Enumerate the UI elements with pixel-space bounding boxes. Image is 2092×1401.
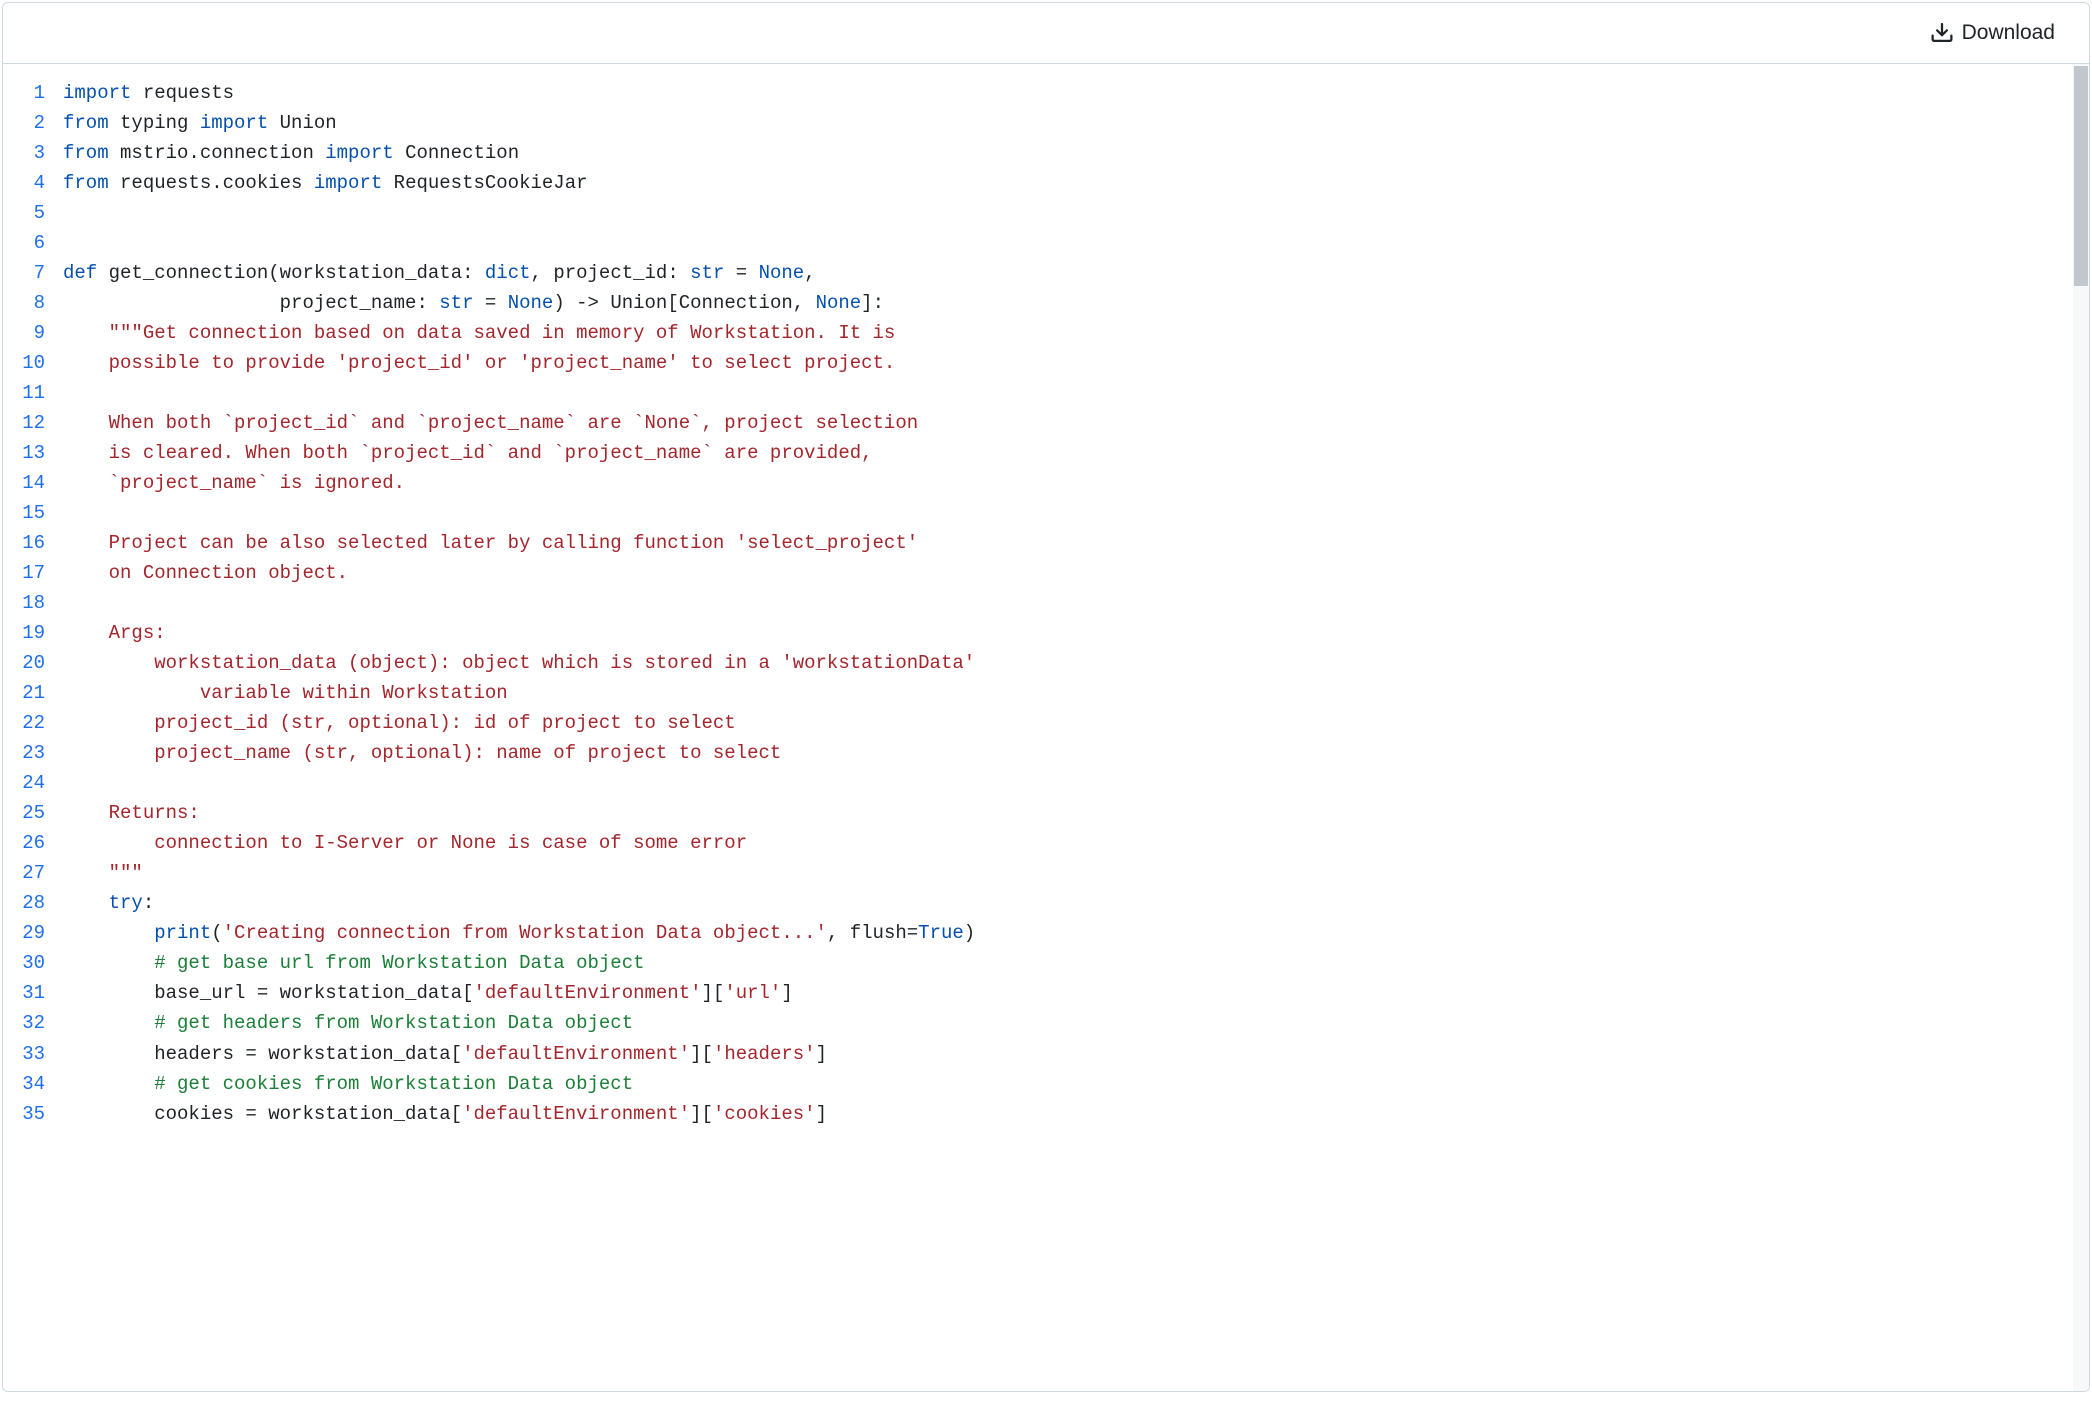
line-number[interactable]: 14 xyxy=(17,468,45,498)
line-number[interactable]: 1 xyxy=(17,78,45,108)
line-number[interactable]: 13 xyxy=(17,438,45,468)
line-number[interactable]: 4 xyxy=(17,168,45,198)
line-number[interactable]: 24 xyxy=(17,768,45,798)
code-line[interactable]: is cleared. When both `project_id` and `… xyxy=(63,438,2089,468)
code-line[interactable]: headers = workstation_data['defaultEnvir… xyxy=(63,1039,2089,1069)
code-line[interactable]: project_name: str = None) -> Union[Conne… xyxy=(63,288,2089,318)
code-line[interactable]: When both `project_id` and `project_name… xyxy=(63,408,2089,438)
code-line[interactable] xyxy=(63,228,2089,258)
line-number[interactable]: 33 xyxy=(17,1039,45,1069)
code-line[interactable]: from typing import Union xyxy=(63,108,2089,138)
code-line[interactable]: workstation_data (object): object which … xyxy=(63,648,2089,678)
download-icon xyxy=(1930,21,1954,45)
line-number[interactable]: 22 xyxy=(17,708,45,738)
code-area[interactable]: 1234567891011121314151617181920212223242… xyxy=(3,64,2089,1391)
line-number[interactable]: 34 xyxy=(17,1069,45,1099)
code-line[interactable]: on Connection object. xyxy=(63,558,2089,588)
file-viewer: Download 1234567891011121314151617181920… xyxy=(2,2,2090,1392)
line-number[interactable]: 27 xyxy=(17,858,45,888)
code-line[interactable]: Returns: xyxy=(63,798,2089,828)
line-number[interactable]: 10 xyxy=(17,348,45,378)
code-line[interactable] xyxy=(63,498,2089,528)
code-line[interactable]: from mstrio.connection import Connection xyxy=(63,138,2089,168)
line-number[interactable]: 3 xyxy=(17,138,45,168)
code-line[interactable] xyxy=(63,198,2089,228)
line-number[interactable]: 32 xyxy=(17,1008,45,1038)
code-line[interactable]: """ xyxy=(63,858,2089,888)
line-number[interactable]: 15 xyxy=(17,498,45,528)
line-number[interactable]: 16 xyxy=(17,528,45,558)
code-line[interactable] xyxy=(63,378,2089,408)
line-number[interactable]: 26 xyxy=(17,828,45,858)
code-line[interactable]: Project can be also selected later by ca… xyxy=(63,528,2089,558)
line-number[interactable]: 29 xyxy=(17,918,45,948)
code-content[interactable]: import requestsfrom typing import Unionf… xyxy=(63,64,2089,1391)
line-number[interactable]: 2 xyxy=(17,108,45,138)
line-number[interactable]: 35 xyxy=(17,1099,45,1129)
line-number[interactable]: 12 xyxy=(17,408,45,438)
code-line[interactable]: variable within Workstation xyxy=(63,678,2089,708)
code-line[interactable]: base_url = workstation_data['defaultEnvi… xyxy=(63,978,2089,1008)
code-line[interactable]: connection to I-Server or None is case o… xyxy=(63,828,2089,858)
line-number[interactable]: 7 xyxy=(17,258,45,288)
line-number[interactable]: 23 xyxy=(17,738,45,768)
code-line[interactable]: `project_name` is ignored. xyxy=(63,468,2089,498)
code-line[interactable]: """Get connection based on data saved in… xyxy=(63,318,2089,348)
code-line[interactable]: def get_connection(workstation_data: dic… xyxy=(63,258,2089,288)
scrollbar-track[interactable] xyxy=(2073,64,2089,1391)
code-line[interactable]: print('Creating connection from Workstat… xyxy=(63,918,2089,948)
scrollbar-thumb[interactable] xyxy=(2074,66,2088,286)
line-number[interactable]: 5 xyxy=(17,198,45,228)
code-line[interactable]: cookies = workstation_data['defaultEnvir… xyxy=(63,1099,2089,1129)
line-number[interactable]: 17 xyxy=(17,558,45,588)
code-line[interactable]: import requests xyxy=(63,78,2089,108)
line-number[interactable]: 20 xyxy=(17,648,45,678)
code-line[interactable] xyxy=(63,588,2089,618)
download-label: Download xyxy=(1962,21,2055,45)
line-number[interactable]: 18 xyxy=(17,588,45,618)
code-line[interactable]: try: xyxy=(63,888,2089,918)
download-button[interactable]: Download xyxy=(1920,15,2065,51)
code-line[interactable] xyxy=(63,768,2089,798)
line-number[interactable]: 25 xyxy=(17,798,45,828)
line-number[interactable]: 11 xyxy=(17,378,45,408)
code-line[interactable]: possible to provide 'project_id' or 'pro… xyxy=(63,348,2089,378)
code-line[interactable]: # get cookies from Workstation Data obje… xyxy=(63,1069,2089,1099)
line-number[interactable]: 8 xyxy=(17,288,45,318)
line-number[interactable]: 30 xyxy=(17,948,45,978)
code-line[interactable]: project_name (str, optional): name of pr… xyxy=(63,738,2089,768)
line-number[interactable]: 6 xyxy=(17,228,45,258)
line-number[interactable]: 28 xyxy=(17,888,45,918)
code-line[interactable]: # get base url from Workstation Data obj… xyxy=(63,948,2089,978)
line-number[interactable]: 21 xyxy=(17,678,45,708)
code-line[interactable]: project_id (str, optional): id of projec… xyxy=(63,708,2089,738)
line-number-gutter: 1234567891011121314151617181920212223242… xyxy=(3,64,63,1391)
line-number[interactable]: 19 xyxy=(17,618,45,648)
toolbar: Download xyxy=(3,3,2089,64)
code-line[interactable]: Args: xyxy=(63,618,2089,648)
code-line[interactable]: from requests.cookies import RequestsCoo… xyxy=(63,168,2089,198)
line-number[interactable]: 9 xyxy=(17,318,45,348)
line-number[interactable]: 31 xyxy=(17,978,45,1008)
code-line[interactable]: # get headers from Workstation Data obje… xyxy=(63,1008,2089,1038)
